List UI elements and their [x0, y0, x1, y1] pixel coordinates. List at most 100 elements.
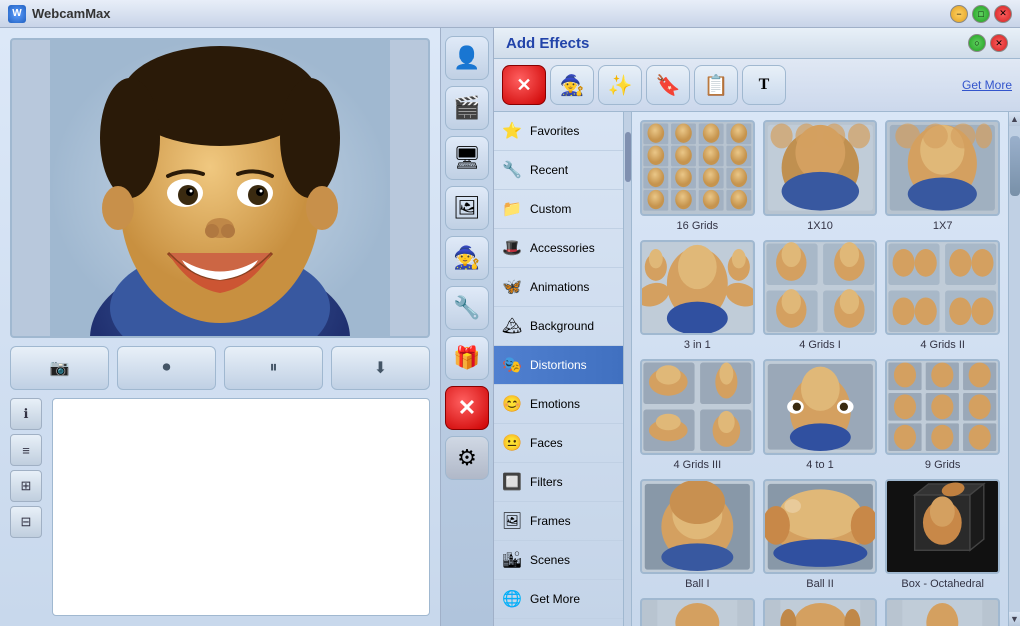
category-frames-label: Frames [530, 514, 571, 528]
pause-button[interactable]: ⏸ [224, 346, 323, 390]
effect-extra1[interactable] [640, 598, 755, 626]
effect-ballii[interactable]: Ball II [763, 479, 878, 591]
sparkle-effect-button[interactable]: ✨ [598, 65, 642, 105]
category-custom-label: Custom [530, 202, 571, 216]
effect-3in1-label: 3 in 1 [684, 339, 711, 351]
right-toolbar: 👤 🎬 🖥 🖼 🧙 🔧 🎁 ✕ ⚙ [440, 28, 494, 626]
effect-4to1-label: 4 to 1 [806, 459, 834, 471]
recent-icon: 🔧 [500, 158, 524, 182]
get-more-link[interactable]: Get More [962, 78, 1012, 92]
effect-4gridsii[interactable]: 4 Grids II [885, 240, 1000, 352]
category-animations-label: Animations [530, 280, 589, 294]
download-button[interactable]: ⬇ [331, 346, 430, 390]
effect-16grids[interactable]: 16 Grids [640, 120, 755, 232]
categories-sidebar: ⭐ Favorites 🔧 Recent 📁 Custom 🎩 Accessor… [494, 112, 624, 626]
effect-4gridsi-label: 4 Grids I [799, 339, 841, 351]
category-background[interactable]: 🏔 Background [494, 307, 623, 346]
effects-scrollbar[interactable]: ▲ ▼ [1008, 112, 1020, 626]
effect-extra2[interactable] [763, 598, 878, 626]
category-recent[interactable]: 🔧 Recent [494, 151, 623, 190]
category-animations[interactable]: 🦋 Animations [494, 268, 623, 307]
getmore-icon: 🌐 [500, 587, 524, 611]
effects-toolbar: ✕ 🧙 ✨ 🔖 📋 T Get More [494, 59, 1020, 112]
effect-4gridsi[interactable]: 4 Grids I [763, 240, 878, 352]
info-area: ℹ ≡ ⊞ ⊟ [10, 398, 430, 616]
category-accessories[interactable]: 🎩 Accessories [494, 229, 623, 268]
clipboard-effect-button[interactable]: 📋 [694, 65, 738, 105]
category-distortions[interactable]: 🎭 Distortions [494, 346, 623, 385]
scroll-down-button[interactable]: ▼ [1009, 612, 1020, 626]
scroll-up-button[interactable]: ▲ [1009, 112, 1020, 126]
user-toolbar-button[interactable]: 👤 [445, 36, 489, 80]
category-scenes[interactable]: 🏙 Scenes [494, 541, 623, 580]
custom-icon: 📁 [500, 197, 524, 221]
text-effect-button[interactable]: T [742, 65, 786, 105]
effect-3in1[interactable]: 3 in 1 [640, 240, 755, 352]
effect-4to1[interactable]: 4 to 1 [763, 359, 878, 471]
effect-box[interactable]: Box - Octahedral [885, 479, 1000, 591]
animations-icon: 🦋 [500, 275, 524, 299]
effect-9grids[interactable]: 9 Grids [885, 359, 1000, 471]
category-getmore[interactable]: 🌐 Get More [494, 580, 623, 619]
gift-toolbar-button[interactable]: 🎁 [445, 336, 489, 380]
effect-4gridsiii[interactable]: 4 Grids III [640, 359, 755, 471]
emotions-icon: 😊 [500, 392, 524, 416]
bookmark-effect-button[interactable]: 🔖 [646, 65, 690, 105]
magic-toolbar-button[interactable]: 🧙 [445, 236, 489, 280]
effects-close[interactable]: ✕ [990, 34, 1008, 52]
effect-16grids-label: 16 Grids [677, 220, 719, 232]
effects-grid: 16 Grids [632, 112, 1008, 626]
wizard-effect-button[interactable]: 🧙 [550, 65, 594, 105]
category-scrollbar[interactable] [624, 112, 632, 626]
effect-extra3[interactable] [885, 598, 1000, 626]
effect-1x10[interactable]: 1X10 [763, 120, 878, 232]
title-bar-controls: − □ ✕ [950, 5, 1012, 23]
category-favorites[interactable]: ⭐ Favorites [494, 112, 623, 151]
close-button[interactable]: ✕ [994, 5, 1012, 23]
frames-icon: 🖼 [500, 509, 524, 533]
category-background-label: Background [530, 319, 594, 333]
screen-toolbar-button[interactable]: 🖥 [445, 136, 489, 180]
settings-toolbar-button[interactable]: ⚙ [445, 436, 489, 480]
app-icon: W [8, 5, 26, 23]
effect-1x7[interactable]: 1X7 [885, 120, 1000, 232]
category-favorites-label: Favorites [530, 124, 579, 138]
record-button[interactable]: ⏺ [117, 346, 216, 390]
info-button[interactable]: ℹ [10, 398, 42, 430]
grid-button[interactable]: ⊞ [10, 470, 42, 502]
category-install[interactable]: 🎭 Install [494, 619, 623, 626]
minimize-button[interactable]: − [950, 5, 968, 23]
category-accessories-label: Accessories [530, 241, 595, 255]
scroll-thumb[interactable] [1010, 136, 1020, 196]
category-frames[interactable]: 🖼 Frames [494, 502, 623, 541]
category-scenes-label: Scenes [530, 553, 570, 567]
category-filters[interactable]: 🔲 Filters [494, 463, 623, 502]
effect-box-label: Box - Octahedral [901, 578, 984, 590]
list-button[interactable]: ≡ [10, 434, 42, 466]
faces-icon: 😐 [500, 431, 524, 455]
category-distortions-label: Distortions [530, 358, 587, 372]
category-custom[interactable]: 📁 Custom [494, 190, 623, 229]
category-emotions[interactable]: 😊 Emotions [494, 385, 623, 424]
video-toolbar-button[interactable]: 🎬 [445, 86, 489, 130]
effect-1x10-label: 1X10 [807, 220, 833, 232]
effects-body: ⭐ Favorites 🔧 Recent 📁 Custom 🎩 Accessor… [494, 112, 1020, 626]
effect-balli[interactable]: Ball I [640, 479, 755, 591]
effects-maximize[interactable]: ○ [968, 34, 986, 52]
scenes-icon: 🏙 [500, 548, 524, 572]
controls-row: 📷 ⏺ ⏸ ⬇ [10, 346, 430, 390]
maximize-button[interactable]: □ [972, 5, 990, 23]
split-button[interactable]: ⊟ [10, 506, 42, 538]
effects-header: Add Effects ○ ✕ [494, 28, 1020, 59]
info-sidebar: ℹ ≡ ⊞ ⊟ [10, 398, 46, 616]
tools-toolbar-button[interactable]: 🔧 [445, 286, 489, 330]
scroll-track[interactable] [1009, 126, 1020, 612]
category-faces[interactable]: 😐 Faces [494, 424, 623, 463]
accessories-icon: 🎩 [500, 236, 524, 260]
stop-toolbar-button[interactable]: ✕ [445, 386, 489, 430]
effects-title: Add Effects [506, 35, 589, 52]
effect-balli-label: Ball I [685, 578, 709, 590]
photo-toolbar-button[interactable]: 🖼 [445, 186, 489, 230]
delete-effect-button[interactable]: ✕ [502, 65, 546, 105]
camera-button[interactable]: 📷 [10, 346, 109, 390]
